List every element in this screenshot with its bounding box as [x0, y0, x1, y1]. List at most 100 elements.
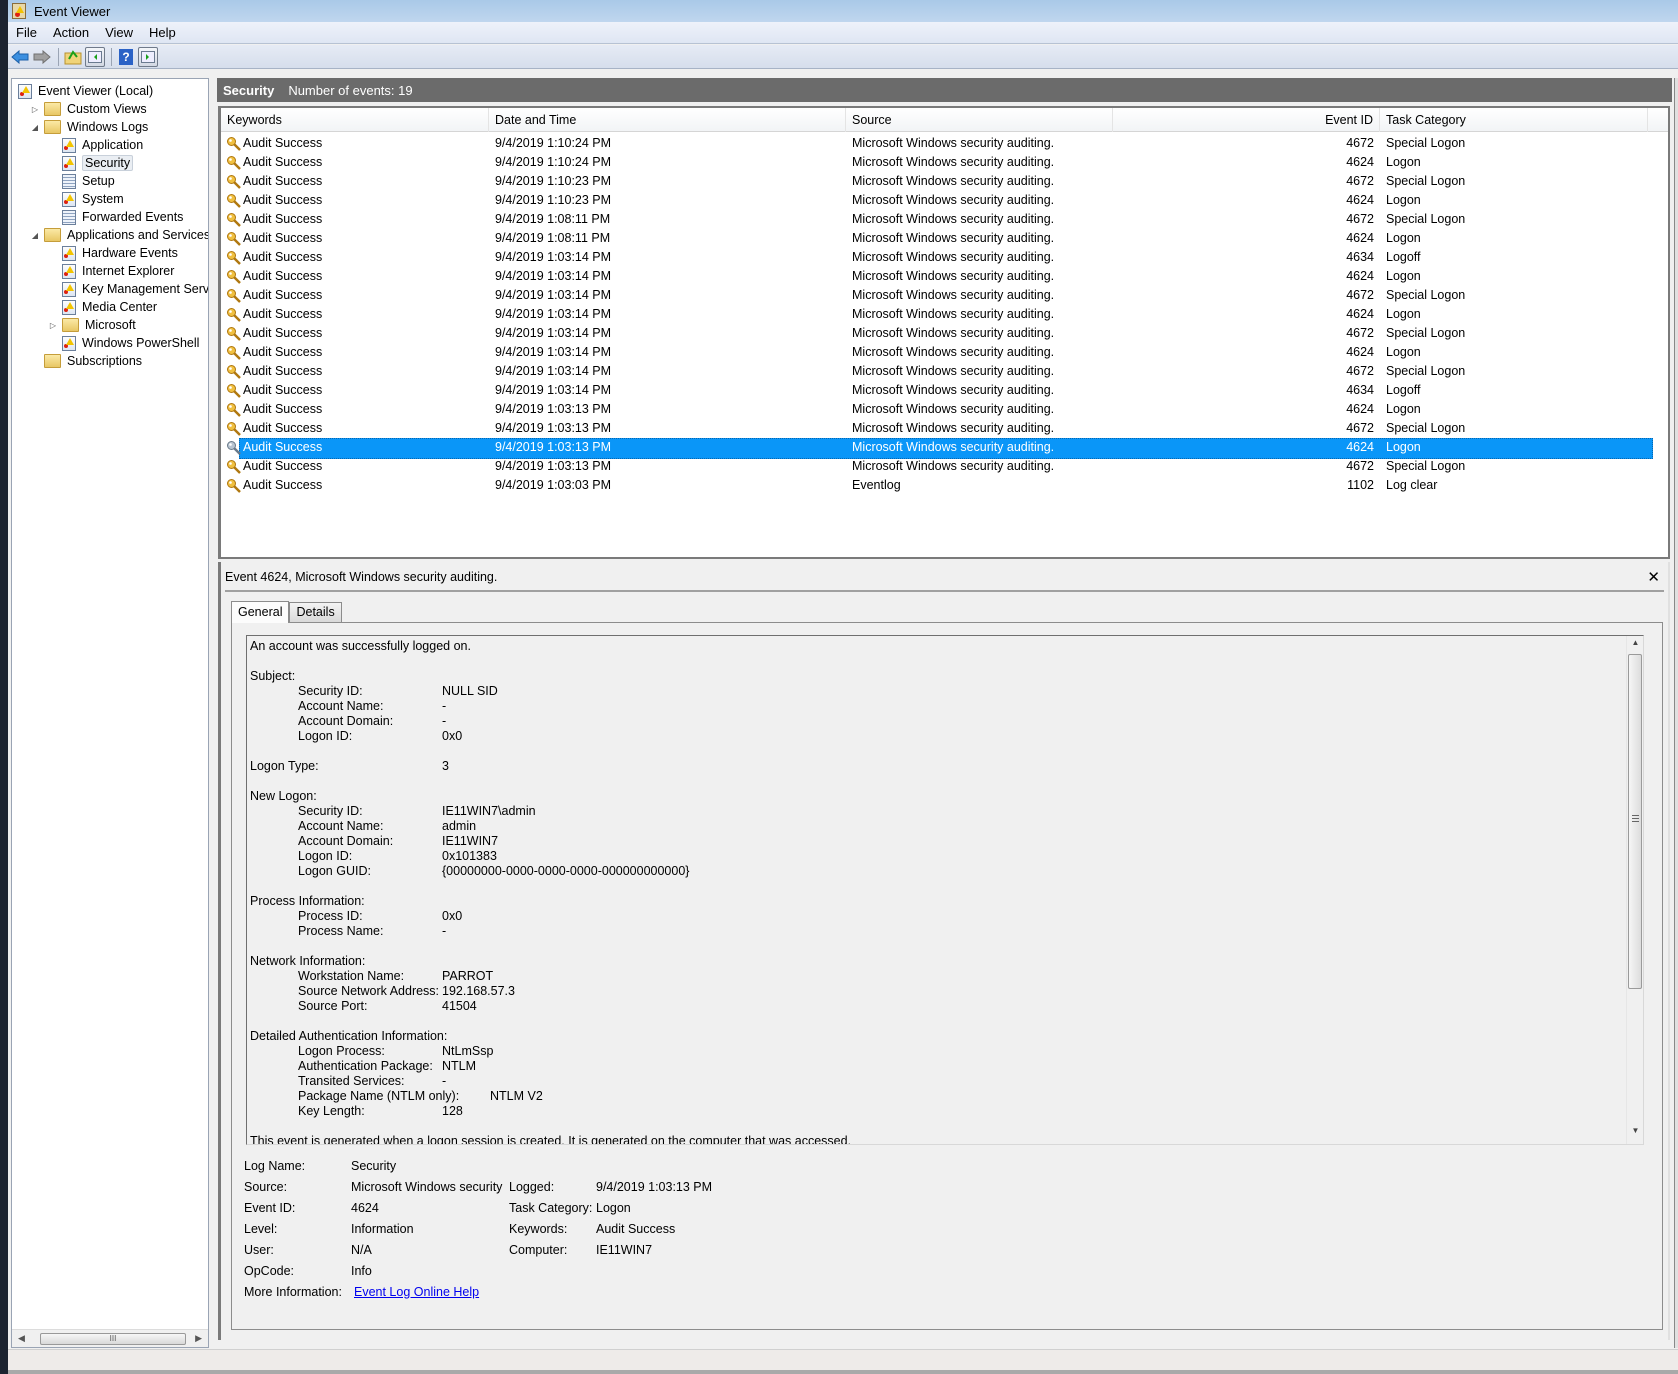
column-keywords[interactable]: Keywords	[221, 108, 489, 132]
menu-action[interactable]: Action	[45, 25, 97, 40]
log-icon	[62, 155, 76, 171]
scroll-down-icon[interactable]: ▼	[1627, 1126, 1643, 1142]
back-button[interactable]	[10, 47, 30, 67]
scroll-left-icon[interactable]: ◀	[18, 1333, 25, 1344]
up-folder-icon	[64, 49, 82, 64]
user-value: N/A	[351, 1243, 372, 1257]
show-hide-action-pane-button[interactable]	[138, 46, 158, 67]
scroll-right-icon[interactable]: ▶	[195, 1333, 202, 1344]
description-line: Source Port: 41504	[250, 999, 851, 1014]
event-row[interactable]: Audit Success 9/4/2019 1:10:23 PM Microsof…	[221, 172, 1651, 191]
event-row[interactable]: Audit Success 9/4/2019 1:08:11 PM Microsof…	[221, 210, 1651, 229]
event-row[interactable]: Audit Success 9/4/2019 1:10:24 PM Microsof…	[221, 153, 1651, 172]
event-row[interactable]: Audit Success 9/4/2019 1:10:24 PM Microsof…	[221, 134, 1651, 153]
description-line: Process ID: 0x0	[250, 909, 851, 924]
help-button[interactable]: ?	[116, 47, 136, 67]
audit-success-key-icon	[226, 193, 242, 208]
event-row[interactable]: Audit Success 9/4/2019 1:03:13 PM Microsof…	[221, 400, 1651, 419]
collapse-icon[interactable]: ◢	[30, 231, 40, 240]
expand-icon[interactable]: ▷	[48, 321, 58, 330]
audit-success-key-icon	[226, 288, 242, 303]
tree-item-security[interactable]: Security	[48, 154, 134, 172]
audit-success-key-icon	[226, 174, 242, 189]
menu-file[interactable]: File	[8, 25, 45, 40]
tree-item-application[interactable]: Application	[48, 136, 143, 154]
tree-item-system[interactable]: System	[48, 190, 124, 208]
tree-item-label: Event Viewer (Local)	[38, 84, 154, 98]
event-row[interactable]: Audit Success 9/4/2019 1:03:14 PM Microsof…	[221, 381, 1651, 400]
description-line: Authentication Package: NTLM	[250, 1059, 851, 1074]
tree-item-event-viewer-local-[interactable]: Event Viewer (Local)	[18, 82, 153, 100]
tree-item-hardware-events[interactable]: Hardware Events	[48, 244, 178, 262]
tree-item-subscriptions[interactable]: Subscriptions	[30, 352, 142, 370]
scroll-thumb[interactable]	[1628, 654, 1642, 989]
task-category-cell: Logon	[1386, 440, 1421, 454]
events-grid: Keywords Date and Time Source Event ID T…	[218, 106, 1670, 559]
log-plain-icon	[62, 209, 76, 225]
tree-item-setup[interactable]: Setup	[48, 172, 115, 190]
tree-item-microsoft[interactable]: ▷ Microsoft	[48, 316, 136, 334]
up-folder-button[interactable]	[63, 47, 83, 67]
description-line: An account was successfully logged on.	[250, 639, 851, 654]
event-row[interactable]: Audit Success 9/4/2019 1:03:14 PM Microsof…	[221, 286, 1651, 305]
logged-value: 9/4/2019 1:03:13 PM	[596, 1180, 713, 1194]
tree-item-internet-explorer[interactable]: Internet Explorer	[48, 262, 174, 280]
keywords-cell: Audit Success	[243, 269, 323, 283]
event-row[interactable]: Audit Success 9/4/2019 1:03:14 PM Microsof…	[221, 305, 1651, 324]
tree-item-label: Microsoft	[85, 318, 136, 332]
tree-item-forwarded-events[interactable]: Forwarded Events	[48, 208, 183, 226]
menu-help[interactable]: Help	[141, 25, 184, 40]
expand-icon[interactable]: ▷	[30, 105, 40, 114]
event-row[interactable]: Audit Success 9/4/2019 1:03:13 PM Microsof…	[221, 438, 1653, 459]
audit-success-key-icon	[226, 383, 242, 398]
collapse-icon[interactable]: ◢	[30, 123, 40, 132]
date-time-cell: 9/4/2019 1:03:14 PM	[495, 269, 612, 283]
show-hide-console-tree-button[interactable]	[85, 46, 105, 67]
scroll-thumb[interactable]: III	[40, 1333, 186, 1345]
event-row[interactable]: Audit Success 9/4/2019 1:10:23 PM Microsof…	[221, 191, 1651, 210]
tree-item-windows-logs[interactable]: ◢ Windows Logs	[30, 118, 148, 136]
main-pane: Security Number of events: 19 Keywords D…	[215, 78, 1678, 1348]
column-event-id[interactable]: Event ID	[1113, 108, 1380, 132]
event-log-online-help-link[interactable]: Event Log Online Help	[354, 1285, 479, 1303]
tab-details[interactable]: Details	[289, 602, 342, 622]
forward-button[interactable]	[32, 47, 52, 67]
description-line: Key Length: 128	[250, 1104, 851, 1119]
description-field-value: 0x0	[442, 729, 463, 743]
action-pane-splitter[interactable]	[1674, 78, 1678, 1348]
source-cell: Microsoft Windows security auditing.	[852, 364, 1055, 378]
event-row[interactable]: Audit Success 9/4/2019 1:03:14 PM Microsof…	[221, 343, 1651, 362]
tree-item-label: Applications and Services Logs	[67, 228, 209, 242]
log-icon	[62, 299, 76, 315]
column-task-category[interactable]: Task Category	[1380, 108, 1648, 132]
description-line	[250, 939, 851, 954]
close-icon[interactable]: ✕	[1647, 568, 1660, 586]
event-row[interactable]: Audit Success 9/4/2019 1:03:13 PM Microsof…	[221, 457, 1651, 476]
event-row[interactable]: Audit Success 9/4/2019 1:03:13 PM Microsof…	[221, 419, 1651, 438]
event-row[interactable]: Audit Success 9/4/2019 1:03:14 PM Microsof…	[221, 362, 1651, 381]
description-field-label: Account Domain:	[298, 834, 394, 848]
tree-item-key-management-service[interactable]: Key Management Service	[48, 280, 208, 298]
source-cell: Microsoft Windows security auditing.	[852, 231, 1055, 245]
tree-item-media-center[interactable]: Media Center	[48, 298, 157, 316]
column-date-time[interactable]: Date and Time	[489, 108, 846, 132]
tree-horizontal-scrollbar[interactable]: ◀ III ▶	[12, 1329, 208, 1347]
tree-item-custom-views[interactable]: ▷ Custom Views	[30, 100, 147, 118]
event-row[interactable]: Audit Success 9/4/2019 1:03:14 PM Microsof…	[221, 248, 1651, 267]
tree-item-applications-and-services-logs[interactable]: ◢ Applications and Services Logs	[30, 226, 209, 244]
event-row[interactable]: Audit Success 9/4/2019 1:03:14 PM Microsof…	[221, 267, 1651, 286]
description-line	[250, 879, 851, 894]
event-row[interactable]: Audit Success 9/4/2019 1:03:03 PM Eventlog…	[221, 476, 1651, 495]
column-source[interactable]: Source	[846, 108, 1113, 132]
description-scrollbar[interactable]: ▲ ▼	[1626, 636, 1643, 1144]
menu-view[interactable]: View	[97, 25, 141, 40]
event-row[interactable]: Audit Success 9/4/2019 1:03:14 PM Microsof…	[221, 324, 1651, 343]
tab-general[interactable]: General	[231, 601, 290, 623]
task-category-cell: Logoff	[1386, 250, 1421, 264]
event-description[interactable]: An account was successfully logged on. Su…	[246, 635, 1644, 1145]
task-category-cell: Logoff	[1386, 383, 1421, 397]
tree-item-windows-powershell[interactable]: Windows PowerShell	[48, 334, 199, 352]
event-row[interactable]: Audit Success 9/4/2019 1:08:11 PM Microsof…	[221, 229, 1651, 248]
scroll-up-icon[interactable]: ▲	[1627, 638, 1643, 654]
event-count: Number of events: 19	[288, 82, 413, 98]
